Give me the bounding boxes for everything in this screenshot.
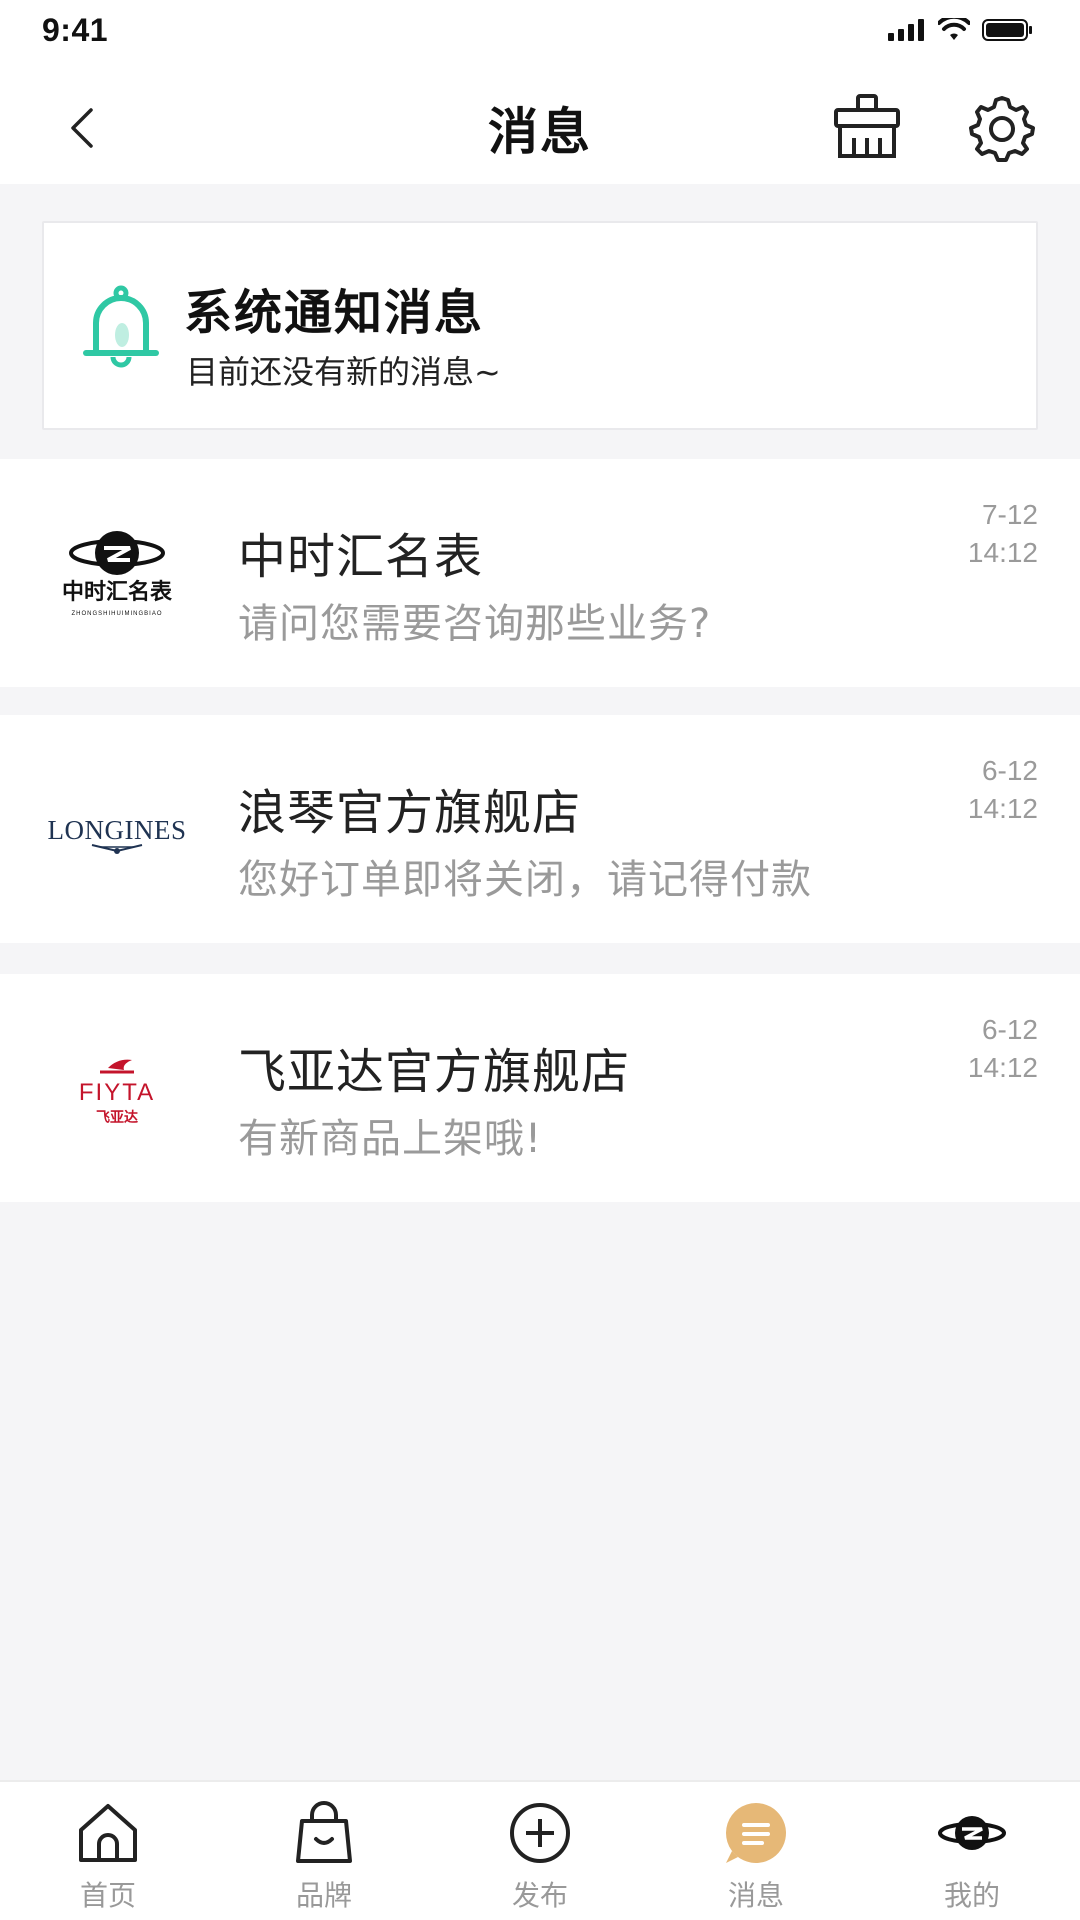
battery-icon: [982, 19, 1032, 41]
tab-messages[interactable]: 消息: [666, 1782, 846, 1920]
plus-circle-icon: [505, 1800, 575, 1866]
store-logo-longines: LONGINES: [40, 759, 194, 899]
message-row[interactable]: LONGINES 浪琴官方旗舰店 您好订单即将关闭，请记得付款 6-12 14:…: [0, 715, 1080, 943]
tab-publish[interactable]: 发布: [450, 1782, 630, 1920]
store-name: 飞亚达官方旗舰店: [238, 1044, 631, 1100]
settings-button[interactable]: [968, 94, 1036, 162]
logo-text: LONGINES: [48, 815, 187, 845]
signal-icon: [888, 19, 924, 41]
status-icons: [888, 18, 1034, 42]
message-preview: 您好订单即将关闭，请记得付款: [238, 857, 812, 903]
message-date: 6-12: [981, 755, 1038, 786]
status-bar: 9:41: [0, 0, 1080, 60]
tab-label: 品牌: [295, 1879, 352, 1912]
message-time: 14:12: [967, 793, 1038, 824]
clear-messages-button[interactable]: [830, 90, 904, 164]
notice-subtitle: 目前还没有新的消息~: [186, 353, 501, 391]
shopping-bag-icon: [289, 1800, 359, 1866]
bottom-tab-bar: 首页 品牌 发布 消息 我的: [0, 1780, 1080, 1920]
store-logo-zhongshihui: 中时汇名表 ZHONGSHIHUIMINGBIAO: [40, 503, 194, 643]
store-name: 中时汇名表: [238, 529, 484, 585]
page-title: 消息: [488, 103, 592, 161]
system-notice-card[interactable]: 系统通知消息 目前还没有新的消息~: [42, 221, 1038, 430]
message-preview: 请问您需要咨询那些业务?: [238, 601, 712, 647]
notice-title: 系统通知消息: [184, 285, 485, 341]
status-time: 9:41: [42, 11, 109, 48]
message-date: 6-12: [981, 1014, 1038, 1045]
tab-label: 发布: [511, 1879, 568, 1912]
bell-icon: [82, 285, 160, 369]
gear-icon: [969, 96, 1035, 162]
tab-label: 首页: [79, 1879, 136, 1912]
tab-profile[interactable]: 我的: [882, 1782, 1062, 1920]
tab-home[interactable]: 首页: [18, 1782, 198, 1920]
logo-subtext: ZHONGSHIHUIMINGBIAO: [71, 611, 162, 617]
store-logo-fiyta: FIYTA 飞亚达: [40, 1018, 194, 1158]
logo-text: FIYTA: [79, 1079, 155, 1106]
message-icon: [721, 1800, 791, 1866]
wifi-icon: [938, 18, 970, 40]
message-row[interactable]: FIYTA 飞亚达 飞亚达官方旗舰店 有新商品上架哦! 6-12 14:12: [0, 974, 1080, 1202]
store-name: 浪琴官方旗舰店: [238, 785, 582, 841]
message-preview: 有新商品上架哦!: [238, 1116, 543, 1162]
tab-brand[interactable]: 品牌: [234, 1782, 414, 1920]
message-date: 7-12: [981, 499, 1038, 530]
logo-text: 中时汇名表: [62, 579, 173, 605]
home-icon: [73, 1800, 143, 1866]
message-row[interactable]: 中时汇名表 ZHONGSHIHUIMINGBIAO 中时汇名表 请问您需要咨询那…: [0, 459, 1080, 687]
logo-subtext: 飞亚达: [96, 1109, 138, 1126]
message-time: 14:12: [967, 537, 1038, 568]
profile-logo-icon: [937, 1800, 1007, 1866]
tab-label: 我的: [943, 1879, 1000, 1912]
messages-screen: 9:41 消息 系统通知消息 目前还没有新的消息~ 中时汇名表 ZHONGSHI…: [0, 0, 1080, 1920]
tab-label: 消息: [727, 1879, 784, 1912]
broom-icon: [834, 94, 900, 158]
message-time: 14:12: [967, 1052, 1038, 1083]
nav-bar: 消息: [0, 60, 1080, 184]
